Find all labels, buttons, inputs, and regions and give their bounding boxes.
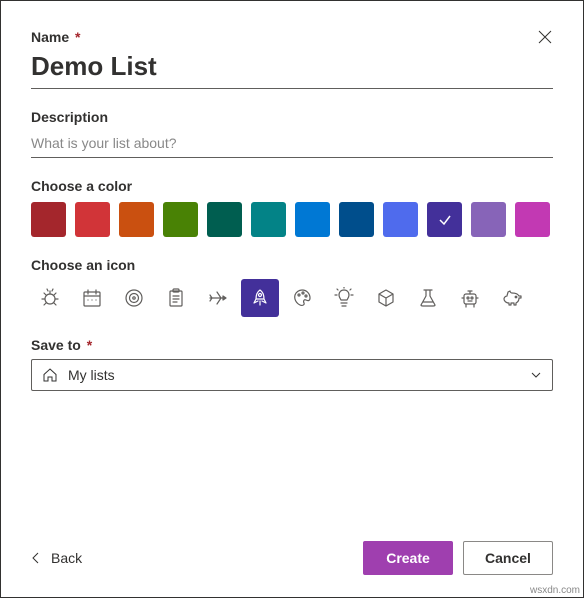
color-swatch-4[interactable] (207, 202, 242, 237)
icon-label: Choose an icon (31, 257, 553, 273)
icon-option-palette[interactable] (283, 279, 321, 317)
save-to-required-asterisk: * (87, 337, 92, 353)
color-swatch-5[interactable] (251, 202, 286, 237)
name-input[interactable] (31, 49, 553, 89)
target-icon (123, 287, 145, 309)
piggybank-icon (501, 287, 523, 309)
color-swatch-1[interactable] (75, 202, 110, 237)
check-icon (438, 213, 452, 227)
icon-option-lightbulb[interactable] (325, 279, 363, 317)
icon-option-piggybank[interactable] (493, 279, 531, 317)
watermark: wsxdn.com (530, 585, 580, 596)
back-label: Back (51, 550, 82, 566)
name-label: Name * (31, 29, 553, 45)
name-required-asterisk: * (75, 29, 80, 45)
icon-row (31, 279, 553, 317)
icon-option-flask[interactable] (409, 279, 447, 317)
icon-option-airplane[interactable] (199, 279, 237, 317)
icon-option-cube[interactable] (367, 279, 405, 317)
airplane-icon (207, 287, 229, 309)
description-label: Description (31, 109, 553, 125)
icon-option-bug[interactable] (31, 279, 69, 317)
icon-option-calendar[interactable] (73, 279, 111, 317)
color-swatch-2[interactable] (119, 202, 154, 237)
bug-icon (39, 287, 61, 309)
palette-icon (291, 287, 313, 309)
color-swatch-7[interactable] (339, 202, 374, 237)
color-swatch-8[interactable] (383, 202, 418, 237)
save-to-label-text: Save to (31, 337, 81, 353)
cancel-label: Cancel (485, 550, 531, 566)
icon-option-target[interactable] (115, 279, 153, 317)
robot-icon (459, 287, 481, 309)
icon-option-rocket[interactable] (241, 279, 279, 317)
chevron-down-icon (530, 369, 542, 381)
close-icon (537, 29, 553, 45)
lightbulb-icon (333, 287, 355, 309)
back-button[interactable]: Back (31, 550, 82, 566)
color-swatch-0[interactable] (31, 202, 66, 237)
description-field: Description (31, 109, 553, 158)
save-to-section: Save to * My lists (31, 337, 553, 391)
clipboard-icon (165, 287, 187, 309)
create-list-dialog: Name * Description Choose a color Choose… (0, 0, 584, 598)
color-section: Choose a color (31, 178, 553, 237)
color-swatch-11[interactable] (515, 202, 550, 237)
rocket-icon (249, 287, 271, 309)
action-buttons: Create Cancel (363, 541, 553, 575)
close-button[interactable] (537, 29, 553, 45)
home-icon (42, 367, 58, 383)
cancel-button[interactable]: Cancel (463, 541, 553, 575)
color-swatch-9[interactable] (427, 202, 462, 237)
name-field: Name * (31, 29, 553, 89)
color-swatch-6[interactable] (295, 202, 330, 237)
flask-icon (417, 287, 439, 309)
color-swatch-row (31, 202, 553, 237)
color-swatch-3[interactable] (163, 202, 198, 237)
create-label: Create (386, 550, 430, 566)
dialog-footer: Back Create Cancel (31, 541, 553, 575)
calendar-icon (81, 287, 103, 309)
icon-option-clipboard[interactable] (157, 279, 195, 317)
save-to-value: My lists (68, 367, 115, 383)
color-label: Choose a color (31, 178, 553, 194)
chevron-left-icon (31, 551, 41, 565)
save-to-select[interactable]: My lists (31, 359, 553, 391)
color-swatch-10[interactable] (471, 202, 506, 237)
icon-option-robot[interactable] (451, 279, 489, 317)
save-to-value-container: My lists (42, 367, 115, 383)
save-to-label: Save to * (31, 337, 553, 353)
cube-icon (375, 287, 397, 309)
create-button[interactable]: Create (363, 541, 453, 575)
icon-section: Choose an icon (31, 257, 553, 317)
description-input[interactable] (31, 129, 553, 158)
name-label-text: Name (31, 29, 69, 45)
